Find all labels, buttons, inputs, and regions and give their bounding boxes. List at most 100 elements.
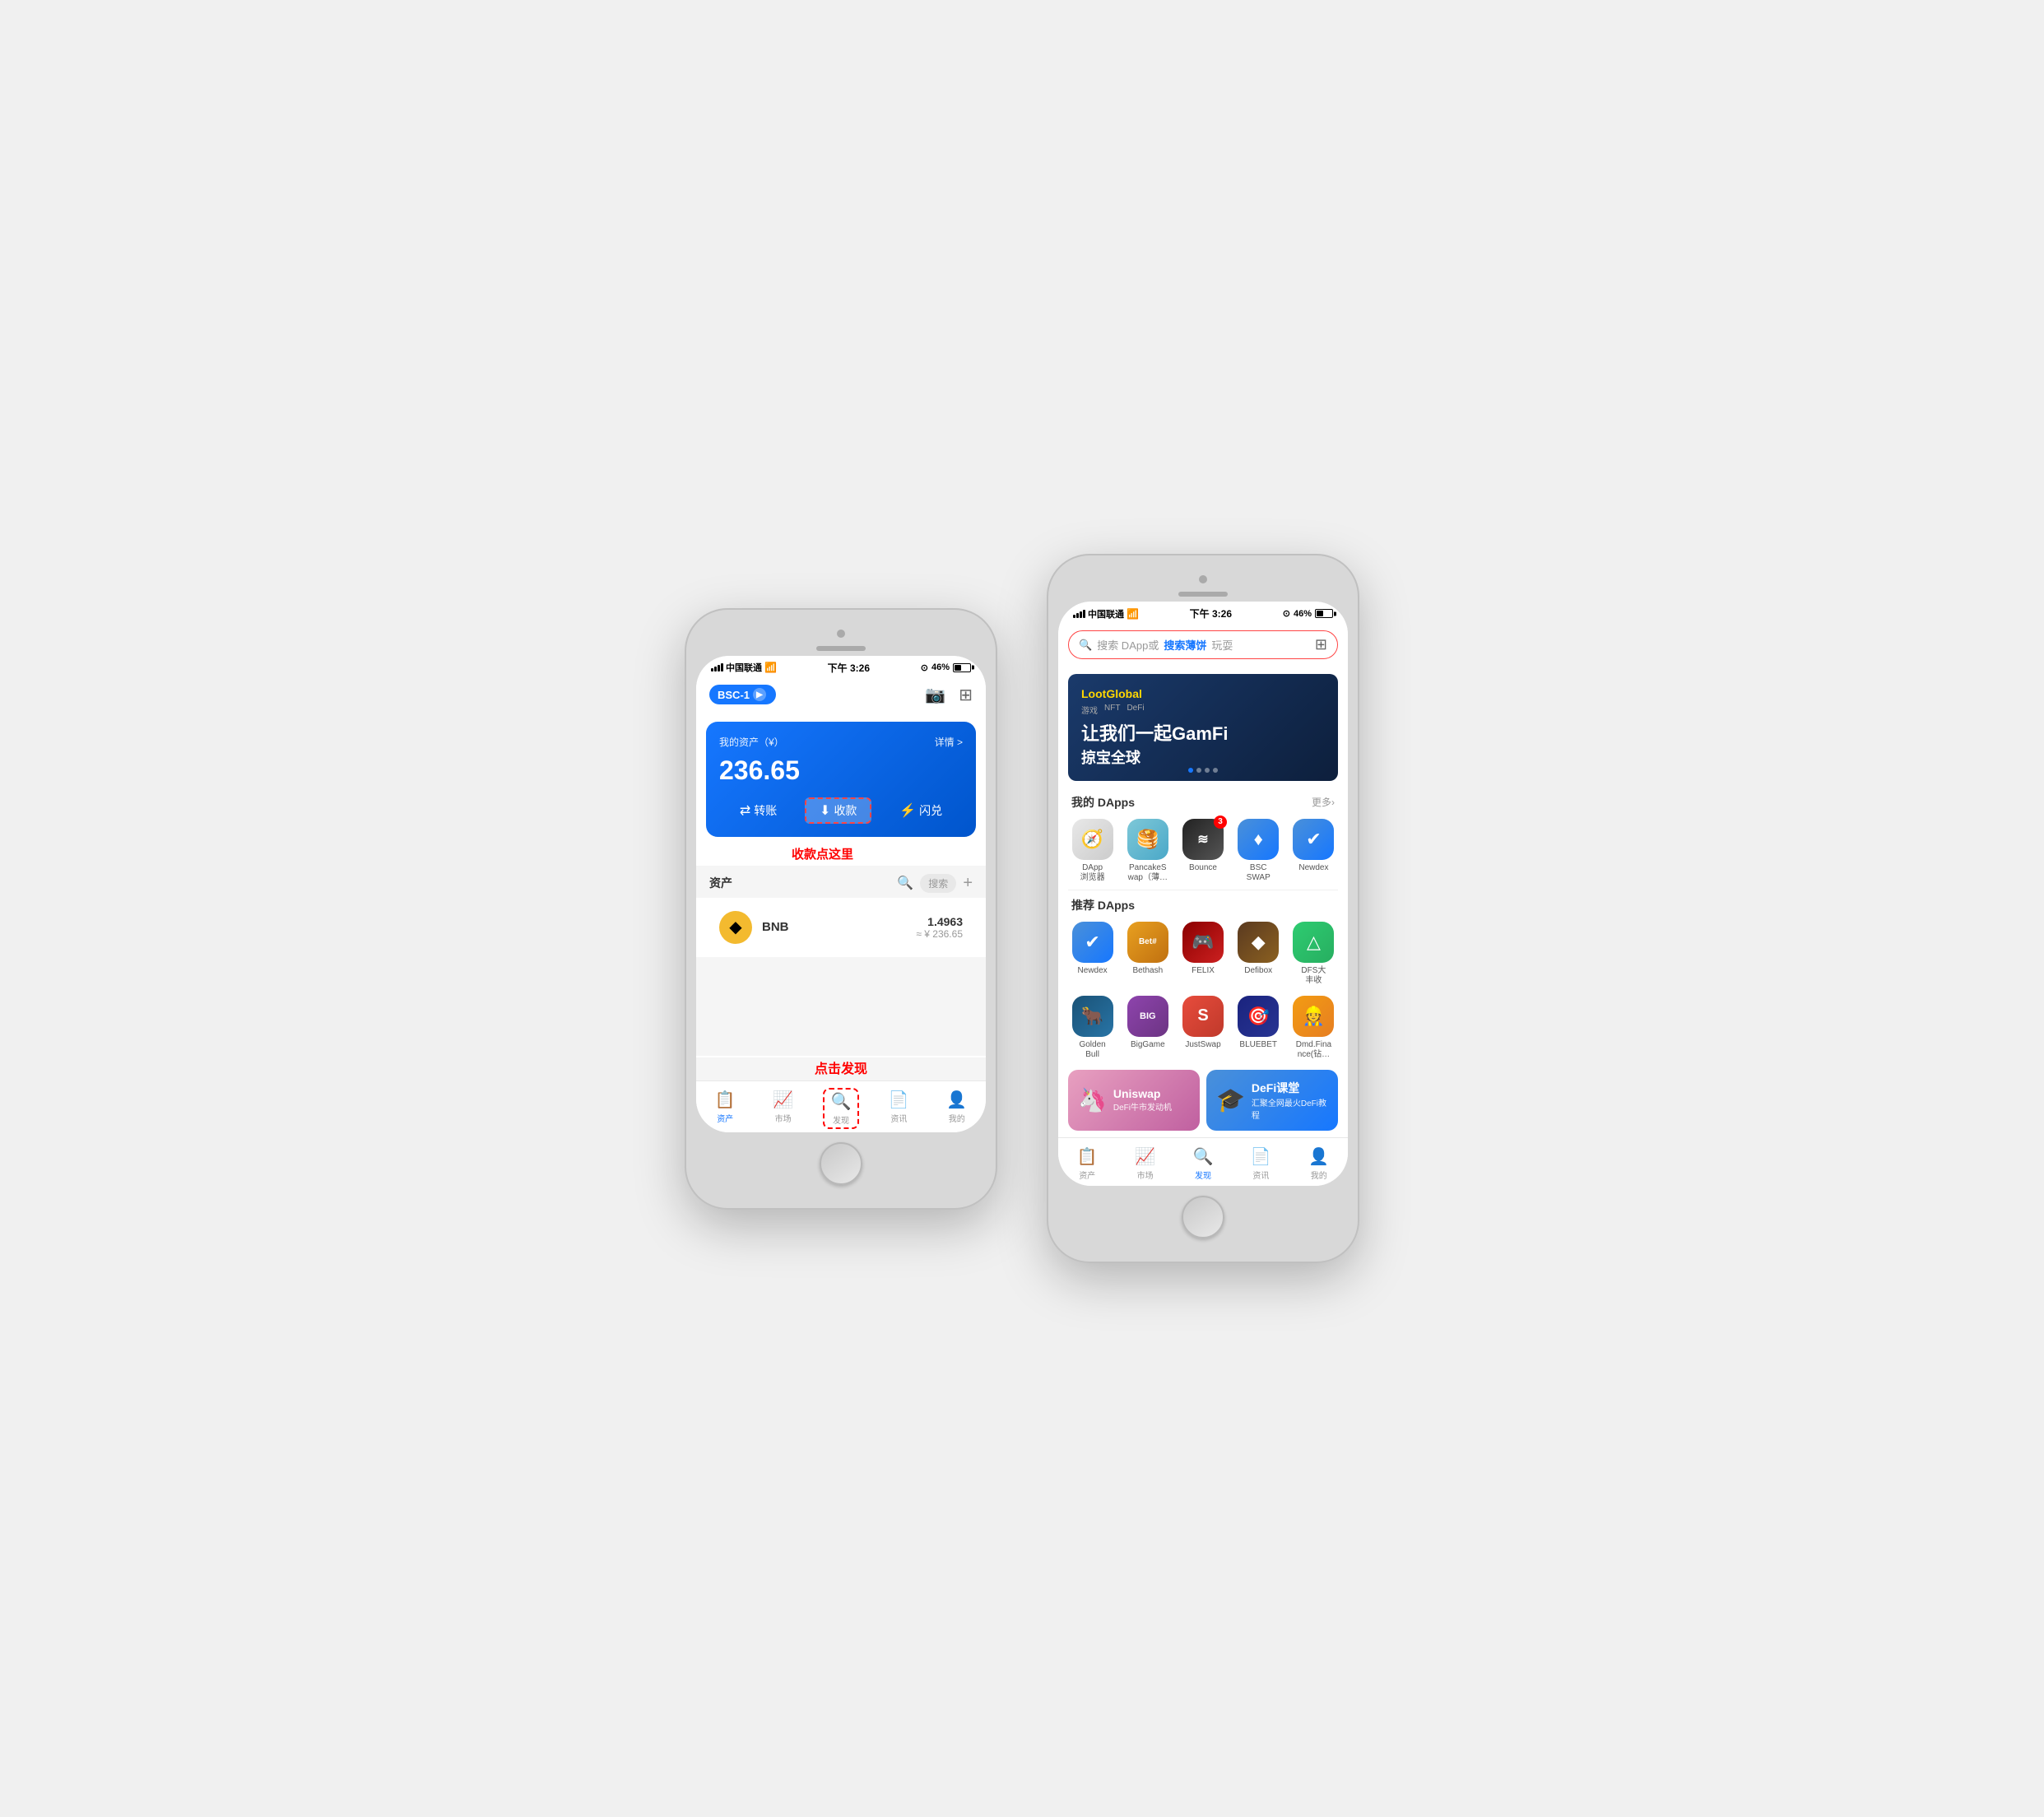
- transfer-label: 转账: [754, 802, 777, 819]
- dapp-pancake[interactable]: 🥞 PancakeSwap（薄…: [1123, 819, 1172, 883]
- nav-mine[interactable]: 👤 我的: [938, 1088, 975, 1129]
- nav2-news-label: 资讯: [1252, 1169, 1269, 1181]
- camera-icon[interactable]: 📷: [925, 685, 945, 705]
- dapp-browser-wrapper: 🧭: [1072, 819, 1113, 860]
- asset-item-bnb[interactable]: ◆ BNB 1.4963 ≈ ¥ 236.65: [706, 901, 976, 954]
- my-dapps-more[interactable]: 更多 ›: [1312, 795, 1335, 809]
- rec-dmdfinance[interactable]: 👷 Dmd.Finance(钻…: [1289, 996, 1338, 1060]
- search-add: 🔍 搜索 +: [897, 874, 973, 893]
- banner-logo: LootGlobal: [1081, 687, 1325, 700]
- nav-news[interactable]: 📄 资讯: [880, 1088, 917, 1129]
- dapp-browser-icon: 🧭: [1072, 819, 1113, 860]
- dapp-bscswap[interactable]: ♦ BSCSWAP: [1234, 819, 1283, 883]
- my-dapps-header: 我的 DApps 更多 ›: [1058, 788, 1348, 816]
- rec-bethash-name: Bethash: [1132, 966, 1163, 976]
- banner-tag-nft: NFT: [1104, 704, 1120, 716]
- status-left-2: 中国联通 📶: [1073, 607, 1139, 620]
- nav-assets[interactable]: 📋 资产: [707, 1088, 744, 1129]
- transfer-icon: ⇄: [740, 802, 750, 819]
- promo-banners: 🦄 Uniswap DeFi牛市发动机 🎓 DeFi课堂 汇聚全网最火DeFi教…: [1058, 1066, 1348, 1137]
- signal-bar-3: [718, 665, 720, 672]
- dapp-pancake-name: PancakeSwap（薄…: [1128, 863, 1168, 883]
- bsc-label: BSC-1: [718, 689, 750, 701]
- rec-bethash[interactable]: Bet# Bethash: [1123, 922, 1172, 986]
- battery-icon-2: [1315, 609, 1333, 618]
- scene: 中国联通 📶 下午 3:26 ⊙ 46% BSC-1 ▶: [685, 554, 1359, 1263]
- dapp-bounce-name: Bounce: [1189, 863, 1217, 873]
- nav2-assets[interactable]: 📋 资产: [1069, 1145, 1106, 1183]
- signal-bar-2-3: [1080, 611, 1082, 618]
- nav2-news[interactable]: 📄 资讯: [1243, 1145, 1280, 1183]
- asset-card: 我的资产（¥） 详情 > 236.65 ⇄ 转账 ⬇ 收款 ⚡ 闪兑: [706, 722, 976, 837]
- carrier-2: 中国联通: [1088, 607, 1124, 620]
- bnb-values: 1.4963 ≈ ¥ 236.65: [916, 915, 963, 940]
- phone-1: 中国联通 📶 下午 3:26 ⊙ 46% BSC-1 ▶: [685, 608, 997, 1210]
- nav-mine-label: 我的: [949, 1112, 965, 1124]
- nav-market[interactable]: 📈 市场: [764, 1088, 801, 1129]
- rec-bluebet[interactable]: 🎯 BLUEBET: [1234, 996, 1283, 1060]
- rec-defibox-icon: ◆: [1238, 922, 1279, 963]
- flash-icon: ⚡: [899, 802, 916, 819]
- signal-bar-2-4: [1083, 610, 1085, 618]
- dapp-browser[interactable]: 🧭 DApp浏览器: [1068, 819, 1117, 883]
- asset-amount: 236.65: [719, 755, 963, 786]
- rec-felix[interactable]: 🎮 FELIX: [1178, 922, 1227, 986]
- rec-dfs-icon: △: [1293, 922, 1334, 963]
- uniswap-subtitle: DeFi牛市发动机: [1113, 1100, 1172, 1113]
- rec-newdex[interactable]: ✔ Newdex: [1068, 922, 1117, 986]
- rec-defibox[interactable]: ◆ Defibox: [1234, 922, 1283, 986]
- discovery-search-bar[interactable]: 🔍 搜索 DApp或 搜索薄饼 玩耍 ⊞: [1068, 630, 1338, 659]
- signal-bar-2-2: [1076, 613, 1079, 618]
- home-btn-2[interactable]: [1182, 1196, 1224, 1238]
- receive-btn[interactable]: ⬇ 收款: [805, 797, 871, 824]
- nav2-assets-label: 资产: [1079, 1169, 1095, 1181]
- rec-bethash-icon: Bet#: [1127, 922, 1168, 963]
- transfer-btn[interactable]: ⇄ 转账: [727, 797, 790, 824]
- phone-1-top: [696, 620, 986, 656]
- phone-1-bottom: [696, 1132, 986, 1198]
- time-1: 下午 3:26: [828, 661, 870, 675]
- search-box[interactable]: 搜索: [920, 874, 956, 893]
- defi-icon: 🎓: [1216, 1086, 1245, 1113]
- signal-bar-4: [721, 663, 723, 672]
- rec-dapps-header: 推荐 DApps: [1058, 890, 1348, 918]
- dapp-bscswap-icon: ♦: [1238, 819, 1279, 860]
- banner-title: 让我们一起GamFi: [1081, 723, 1325, 746]
- qr-icon[interactable]: ⊞: [959, 685, 973, 705]
- my-dapps-title: 我的 DApps: [1071, 794, 1135, 811]
- discovery-banner[interactable]: LootGlobal 游戏 NFT DeFi 让我们一起GamFi 掠宝全球: [1068, 674, 1338, 781]
- defi-title: DeFi课堂: [1252, 1080, 1328, 1096]
- flash-btn[interactable]: ⚡ 闪兑: [886, 797, 955, 824]
- camera-2: [1199, 575, 1207, 583]
- nav-market-label: 市场: [775, 1112, 792, 1124]
- dapp-newdex[interactable]: ✔ Newdex: [1289, 819, 1338, 883]
- bsc-badge[interactable]: BSC-1 ▶: [709, 685, 776, 704]
- dapp-newdex-name: Newdex: [1298, 863, 1328, 873]
- rec-dfs[interactable]: △ DFS大丰收: [1289, 922, 1338, 986]
- rec-biggame[interactable]: BIG BigGame: [1123, 996, 1172, 1060]
- promo-defi[interactable]: 🎓 DeFi课堂 汇聚全网最火DeFi教程: [1206, 1070, 1338, 1131]
- add-asset-btn[interactable]: +: [963, 874, 973, 893]
- battery-fill-2: [1317, 611, 1323, 616]
- receive-icon: ⬇: [820, 802, 830, 819]
- nav2-discover[interactable]: 🔍 发现: [1185, 1145, 1222, 1183]
- promo-uniswap[interactable]: 🦄 Uniswap DeFi牛市发动机: [1068, 1070, 1200, 1131]
- rec-justswap[interactable]: S JustSwap: [1178, 996, 1227, 1060]
- defi-subtitle: 汇聚全网最火DeFi教程: [1252, 1096, 1328, 1121]
- dapp-newdex-icon: ✔: [1293, 819, 1334, 860]
- uniswap-text: Uniswap DeFi牛市发动机: [1113, 1087, 1172, 1113]
- asset-label: 我的资产（¥）: [719, 735, 784, 749]
- dapp-bounce[interactable]: ≋ 3 Bounce: [1178, 819, 1227, 883]
- nav-mine-icon: 👤: [946, 1090, 967, 1110]
- asset-detail: 详情 >: [935, 735, 963, 749]
- scan-icon[interactable]: ⊞: [1315, 636, 1327, 653]
- battery-icon-1: [953, 663, 971, 672]
- nav2-market[interactable]: 📈 市场: [1127, 1145, 1164, 1183]
- home-btn-1[interactable]: [820, 1142, 862, 1185]
- speaker-1: [816, 646, 866, 651]
- rec-golden[interactable]: 🐂 GoldenBull: [1068, 996, 1117, 1060]
- nav-discover[interactable]: 🔍 发现: [823, 1088, 860, 1129]
- bnb-name: BNB: [762, 920, 906, 934]
- nav2-mine[interactable]: 👤 我的: [1300, 1145, 1337, 1183]
- rec-bluebet-name: BLUEBET: [1239, 1040, 1277, 1050]
